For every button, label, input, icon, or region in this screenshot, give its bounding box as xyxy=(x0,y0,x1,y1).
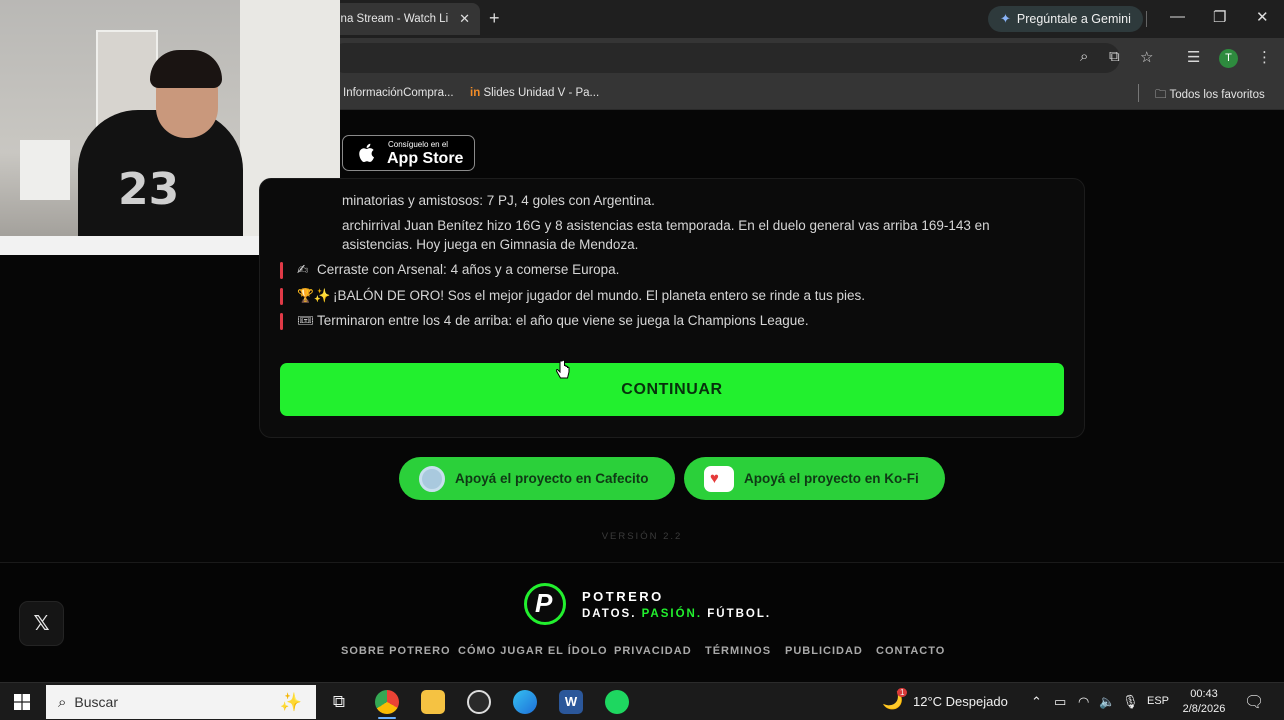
language-indicator[interactable]: ESP xyxy=(1147,695,1169,707)
footer-link-how-to-play[interactable]: CÓMO JUGAR EL ÍDOLO xyxy=(458,645,608,657)
trophy-icon: 🏆✨ xyxy=(297,288,331,304)
webcam-jersey-number: 23 xyxy=(118,164,180,215)
weather-badge: 1 xyxy=(897,688,908,697)
wifi-icon[interactable]: ◠ xyxy=(1078,694,1089,710)
close-icon[interactable]: ✕ xyxy=(1256,8,1269,26)
tagline-part: DATOS. xyxy=(582,608,637,620)
x-share-button[interactable]: 𝕏 xyxy=(19,601,64,646)
summary-line: 🎟 Terminaron entre los 4 de arriba: el añ… xyxy=(297,311,809,331)
kofi-label: Apoyá el proyecto en Ko-Fi xyxy=(744,471,919,486)
footer-link-advertising[interactable]: PUBLICIDAD xyxy=(785,645,863,657)
spotify-icon[interactable] xyxy=(605,690,629,714)
kofi-support-button[interactable]: ♥ Apoyá el proyecto en Ko-Fi xyxy=(684,457,945,500)
gemini-label: Pregúntale a Gemini xyxy=(1016,12,1131,26)
screen: ina Stream - Watch Li ✕ + ✦ Pregúntale a… xyxy=(0,0,1284,720)
summary-line: ✍ Cerraste con Arsenal: 4 años y a comers… xyxy=(297,260,619,280)
webcam-shelf xyxy=(20,140,70,200)
summary-line-text: Cerraste con Arsenal: 4 años y a comerse… xyxy=(317,262,620,277)
footer-link-terms[interactable]: TÉRMINOS xyxy=(705,645,771,657)
sparkle-icon: ✦ xyxy=(1000,11,1011,26)
hand-cursor-icon xyxy=(556,360,570,379)
summary-line: asistencias. Hoy juega en Gimnasia de Me… xyxy=(342,237,639,252)
tagline-part: FÚTBOL. xyxy=(707,608,772,620)
brand-tagline: DATOS. PASIÓN. FÚTBOL. xyxy=(582,608,771,620)
volume-icon[interactable]: 🔈 xyxy=(1099,694,1115,710)
cafecito-support-button[interactable]: Apoyá el proyecto en Cafecito xyxy=(399,457,675,500)
summary-bullet-bar xyxy=(280,262,283,279)
cafecito-icon xyxy=(419,465,445,492)
chevron-up-icon[interactable]: ⌃ xyxy=(1031,694,1042,710)
search-icon: ⌕ xyxy=(58,693,67,711)
apple-icon xyxy=(359,143,374,162)
summary-line: archirrival Juan Benítez hizo 16G y 8 as… xyxy=(342,218,990,233)
word-icon[interactable]: W xyxy=(559,690,583,714)
notifications-icon[interactable]: 🗨 xyxy=(1244,692,1264,712)
sparkle-icon: ✨ xyxy=(279,691,302,712)
file-explorer-icon[interactable] xyxy=(421,690,445,714)
task-view-icon[interactable]: ⧉ xyxy=(327,690,351,714)
cast-icon[interactable]: ⧉ xyxy=(1109,48,1120,65)
stopwatch-icon[interactable] xyxy=(467,690,491,714)
app-store-small-text: Consíguelo en el xyxy=(388,140,449,149)
logo-letter: P xyxy=(535,588,553,618)
potrero-logo[interactable]: P xyxy=(524,583,566,625)
footer-link-contact[interactable]: CONTACTO xyxy=(876,645,945,657)
footer-link-privacy[interactable]: PRIVACIDAD xyxy=(614,645,692,657)
edge-icon[interactable] xyxy=(513,690,537,714)
site-footer xyxy=(0,562,1284,682)
minimize-icon[interactable]: — xyxy=(1170,8,1185,25)
restore-icon[interactable]: ❐ xyxy=(1213,8,1226,26)
ticket-icon: 🎟 xyxy=(297,313,315,329)
continue-button[interactable]: CONTINUAR xyxy=(280,363,1064,416)
new-tab-button[interactable]: + xyxy=(489,8,500,29)
chrome-taskbar-icon[interactable] xyxy=(375,690,399,714)
version-label: VERSIÓN 2.2 xyxy=(601,531,683,542)
kebab-icon[interactable]: ⋮ xyxy=(1257,48,1272,66)
kofi-icon: ♥ xyxy=(704,465,734,492)
writing-hand-icon: ✍ xyxy=(297,262,309,278)
system-clock[interactable]: 00:43 2/8/2026 xyxy=(1180,687,1228,717)
tab-title: ina Stream - Watch Li xyxy=(338,13,449,25)
search-label: Buscar xyxy=(74,694,118,710)
bookmark-item[interactable]: in Slides Unidad V - Pa... xyxy=(470,87,599,99)
app-store-badge[interactable]: Consíguelo en el App Store xyxy=(342,135,475,171)
folder-icon: 🗀 xyxy=(1155,89,1167,101)
omnibox[interactable] xyxy=(330,43,1120,73)
cafecito-label: Apoyá el proyecto en Cafecito xyxy=(455,471,649,486)
bookmark-item[interactable]: InformaciónCompra... xyxy=(343,87,454,99)
slides-icon: in xyxy=(470,87,481,99)
all-bookmarks-label: Todos los favoritos xyxy=(1169,89,1265,101)
active-app-indicator xyxy=(378,717,396,719)
tab-close-icon[interactable]: ✕ xyxy=(459,11,470,27)
clock-time: 00:43 xyxy=(1190,688,1218,700)
weather-label[interactable]: 12°C Despejado xyxy=(913,694,1008,709)
gemini-button[interactable]: ✦ Pregúntale a Gemini xyxy=(988,6,1143,32)
clock-date: 2/8/2026 xyxy=(1182,703,1226,715)
microphone-icon[interactable]: 🎙 xyxy=(1122,694,1139,710)
divider xyxy=(1146,11,1147,27)
app-store-big-text: App Store xyxy=(387,150,464,167)
reading-list-icon[interactable]: ☰ xyxy=(1187,48,1200,66)
windows-start-icon[interactable] xyxy=(14,694,30,710)
profile-avatar[interactable]: T xyxy=(1219,49,1238,68)
summary-line-text: Terminaron entre los 4 de arriba: el año… xyxy=(317,313,809,328)
tagline-part: PASIÓN. xyxy=(641,608,703,620)
webcam-person-hair xyxy=(150,50,222,88)
bookmark-label: Slides Unidad V - Pa... xyxy=(483,87,600,99)
all-bookmarks[interactable]: 🗀 Todos los favoritos xyxy=(1155,87,1265,106)
summary-line-text: ¡BALÓN DE ORO! Sos el mejor jugador del … xyxy=(333,288,866,303)
summary-line: minatorias y amistosos: 7 PJ, 4 goles co… xyxy=(342,193,655,208)
browser-tab-active[interactable]: ina Stream - Watch Li ✕ xyxy=(320,3,480,35)
brand-name: POTRERO xyxy=(582,589,664,604)
taskbar-search-box[interactable]: ⌕ Buscar ✨ xyxy=(46,685,316,719)
summary-bullet-bar xyxy=(280,288,283,305)
summary-line: 🏆✨ ¡BALÓN DE ORO! Sos el mejor jugador de… xyxy=(297,286,865,306)
footer-link-about[interactable]: SOBRE POTRERO xyxy=(341,645,451,657)
magnifier-icon[interactable]: ⌕ xyxy=(1080,48,1088,65)
windows-taskbar: ⌕ Buscar ✨ ⧉ W 🌙 1 12°C Despejado ⌃ ▭ ◠ … xyxy=(0,682,1284,720)
star-icon[interactable]: ☆ xyxy=(1140,48,1153,66)
summary-bullet-bar xyxy=(280,313,283,330)
divider xyxy=(1138,84,1139,102)
battery-icon[interactable]: ▭ xyxy=(1054,694,1066,710)
